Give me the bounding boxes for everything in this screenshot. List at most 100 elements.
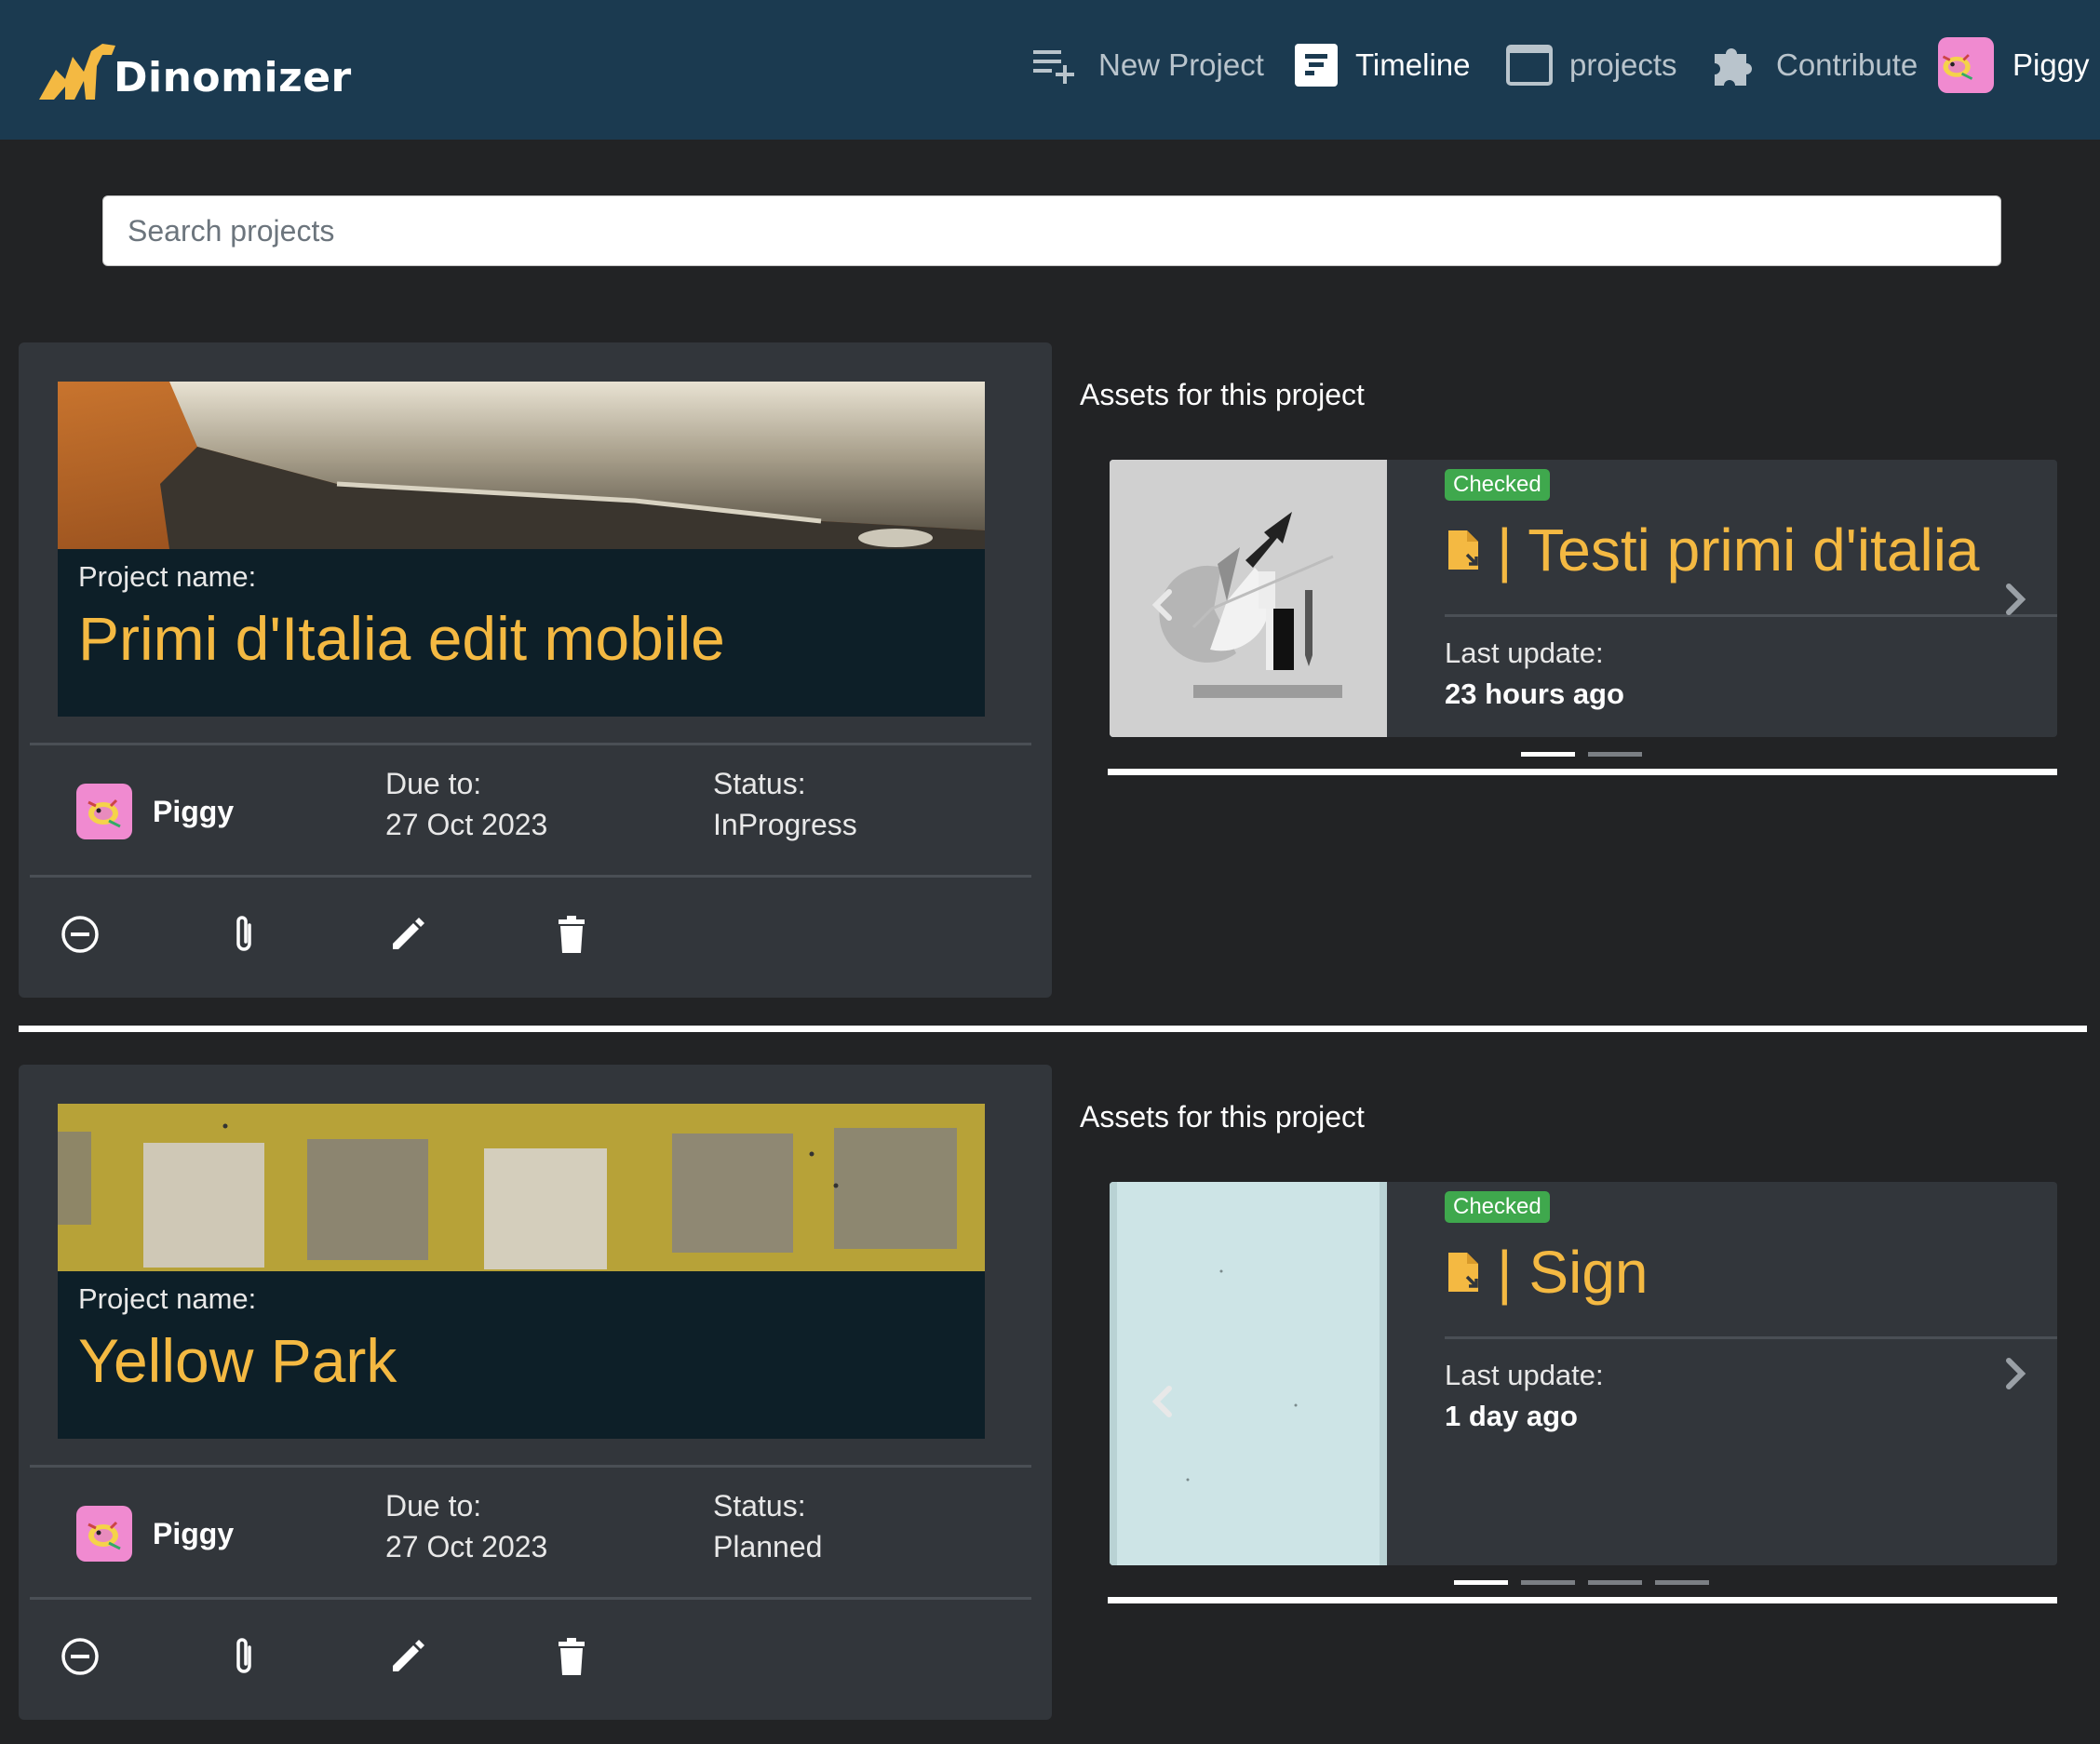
asset-title-text: | Testi primi d'italia	[1497, 516, 1980, 584]
pencil-icon	[393, 1640, 424, 1671]
trash-icon	[559, 916, 585, 953]
asset-divider	[1445, 1336, 2057, 1339]
carousel-indicator[interactable]	[1521, 752, 1575, 757]
assets-title: Assets for this project	[1080, 378, 1365, 411]
timeline-icon	[1295, 44, 1338, 87]
trash-icon	[559, 1638, 585, 1675]
attach-button[interactable]	[223, 1629, 387, 1684]
brand-logo-link[interactable]: Dinomizer	[37, 34, 352, 108]
asset-divider	[1445, 614, 2057, 617]
carousel-next-button[interactable]	[1998, 571, 2035, 627]
paperclip-icon	[236, 1638, 251, 1673]
paperclip-icon	[236, 916, 251, 951]
assets-title: Assets for this project	[1080, 1100, 1365, 1134]
due-date-value: 27 Oct 2023	[385, 1530, 548, 1563]
carousel-indicator[interactable]	[1521, 1580, 1575, 1585]
project-cover-image[interactable]	[58, 1104, 985, 1271]
last-update-label: Last update:	[1445, 1359, 1604, 1391]
carousel-prev-button[interactable]	[1143, 577, 1180, 633]
remove-button[interactable]	[60, 906, 223, 962]
delete-button[interactable]	[551, 1629, 715, 1684]
carousel-next-button[interactable]	[1998, 1346, 2035, 1402]
brand-name: Dinomizer	[114, 53, 352, 101]
chevron-left-icon	[1151, 589, 1172, 621]
asset-carousel: Checked | Sign Last update: 1 day ago	[1110, 1182, 2057, 1565]
remove-button[interactable]	[60, 1629, 223, 1684]
status-badge: Checked	[1445, 1191, 1550, 1223]
due-date-label: Due to:	[385, 767, 482, 800]
asset-carousel: Checked | Testi primi d'italia Last upda…	[1110, 460, 2057, 737]
window-icon	[1506, 45, 1553, 86]
chevron-right-icon	[2006, 1358, 2026, 1389]
due-date-value: 27 Oct 2023	[385, 808, 548, 841]
status-label: Status:	[713, 767, 806, 800]
project-card: Project name: Primi d'Italia edit mobile…	[19, 342, 1052, 998]
due-date: Due to: 27 Oct 2023	[385, 763, 547, 845]
car-photo-image	[58, 382, 985, 549]
project-cover-image[interactable]	[58, 382, 985, 549]
dino-logo-icon	[39, 44, 115, 100]
project-actions	[60, 906, 715, 962]
asset-title[interactable]: | Sign	[1445, 1238, 1649, 1307]
project-actions	[60, 1629, 715, 1684]
yellow-fabric-image	[58, 1104, 985, 1271]
card-divider	[30, 743, 1031, 745]
nav-timeline[interactable]: Timeline	[1294, 37, 1470, 93]
assets-underline	[1108, 1597, 2057, 1603]
status-badge: Checked	[1445, 469, 1550, 501]
project-name-panel: Project name: Primi d'Italia edit mobile	[58, 549, 985, 717]
minus-circle-icon	[61, 916, 99, 953]
chevron-left-icon	[1151, 1386, 1172, 1417]
nav-user-menu[interactable]: Piggy	[1938, 37, 2090, 93]
nav-projects[interactable]: projects	[1506, 37, 1677, 93]
pencil-icon	[393, 918, 424, 949]
pig-avatar-icon	[88, 1521, 121, 1550]
last-update-value: 23 hours ago	[1445, 677, 1624, 710]
user-avatar	[1938, 37, 1994, 93]
top-navbar: Dinomizer New Project Timeline projects	[0, 0, 2100, 140]
carousel-indicator[interactable]	[1588, 752, 1642, 757]
project-name[interactable]: Primi d'Italia edit mobile	[78, 603, 725, 674]
nav-new-project[interactable]: New Project	[1031, 37, 1264, 93]
project-separator	[19, 1026, 2087, 1032]
project-owner: Piggy	[76, 1506, 234, 1562]
nav-contribute[interactable]: Contribute	[1707, 37, 1918, 93]
carousel-indicator[interactable]	[1454, 1580, 1508, 1585]
file-link-icon	[1448, 530, 1478, 570]
owner-avatar	[76, 784, 132, 839]
status-value: Planned	[713, 1530, 823, 1563]
project-name-label: Project name:	[78, 560, 257, 593]
asset-title-text: | Sign	[1497, 1239, 1649, 1306]
file-link-icon	[1448, 1253, 1478, 1292]
project-card: Project name: Yellow Park Piggy Due to: …	[19, 1065, 1052, 1720]
owner-name: Piggy	[153, 794, 235, 828]
edit-button[interactable]	[387, 1629, 551, 1684]
status-label: Status:	[713, 1489, 806, 1523]
delete-button[interactable]	[551, 906, 715, 962]
project-name[interactable]: Yellow Park	[78, 1325, 397, 1396]
pig-avatar-icon	[1942, 54, 1973, 80]
last-update-label: Last update:	[1445, 637, 1604, 669]
nav-user-name: Piggy	[2012, 47, 2090, 82]
project-owner: Piggy	[76, 784, 234, 839]
minus-circle-icon	[61, 1638, 99, 1675]
asset-title[interactable]: | Testi primi d'italia	[1445, 516, 1980, 584]
nav-timeline-label: Timeline	[1355, 47, 1471, 82]
assets-underline	[1108, 769, 2057, 775]
search-projects-input[interactable]	[102, 195, 2001, 266]
attach-button[interactable]	[223, 906, 387, 962]
last-update-value: 1 day ago	[1445, 1400, 1578, 1432]
project-status: Status: InProgress	[713, 763, 857, 845]
due-date: Due to: 27 Oct 2023	[385, 1485, 547, 1567]
playlist-add-icon	[1033, 50, 1074, 84]
carousel-indicator[interactable]	[1588, 1580, 1642, 1585]
carousel-prev-button[interactable]	[1143, 1374, 1180, 1429]
carousel-indicator[interactable]	[1655, 1580, 1709, 1585]
nav-contribute-label: Contribute	[1776, 47, 1918, 82]
owner-name: Piggy	[153, 1516, 235, 1550]
puzzle-piece-icon	[1715, 48, 1752, 86]
card-divider	[30, 875, 1031, 878]
edit-button[interactable]	[387, 906, 551, 962]
pig-avatar-icon	[88, 798, 121, 828]
status-value: InProgress	[713, 808, 857, 841]
